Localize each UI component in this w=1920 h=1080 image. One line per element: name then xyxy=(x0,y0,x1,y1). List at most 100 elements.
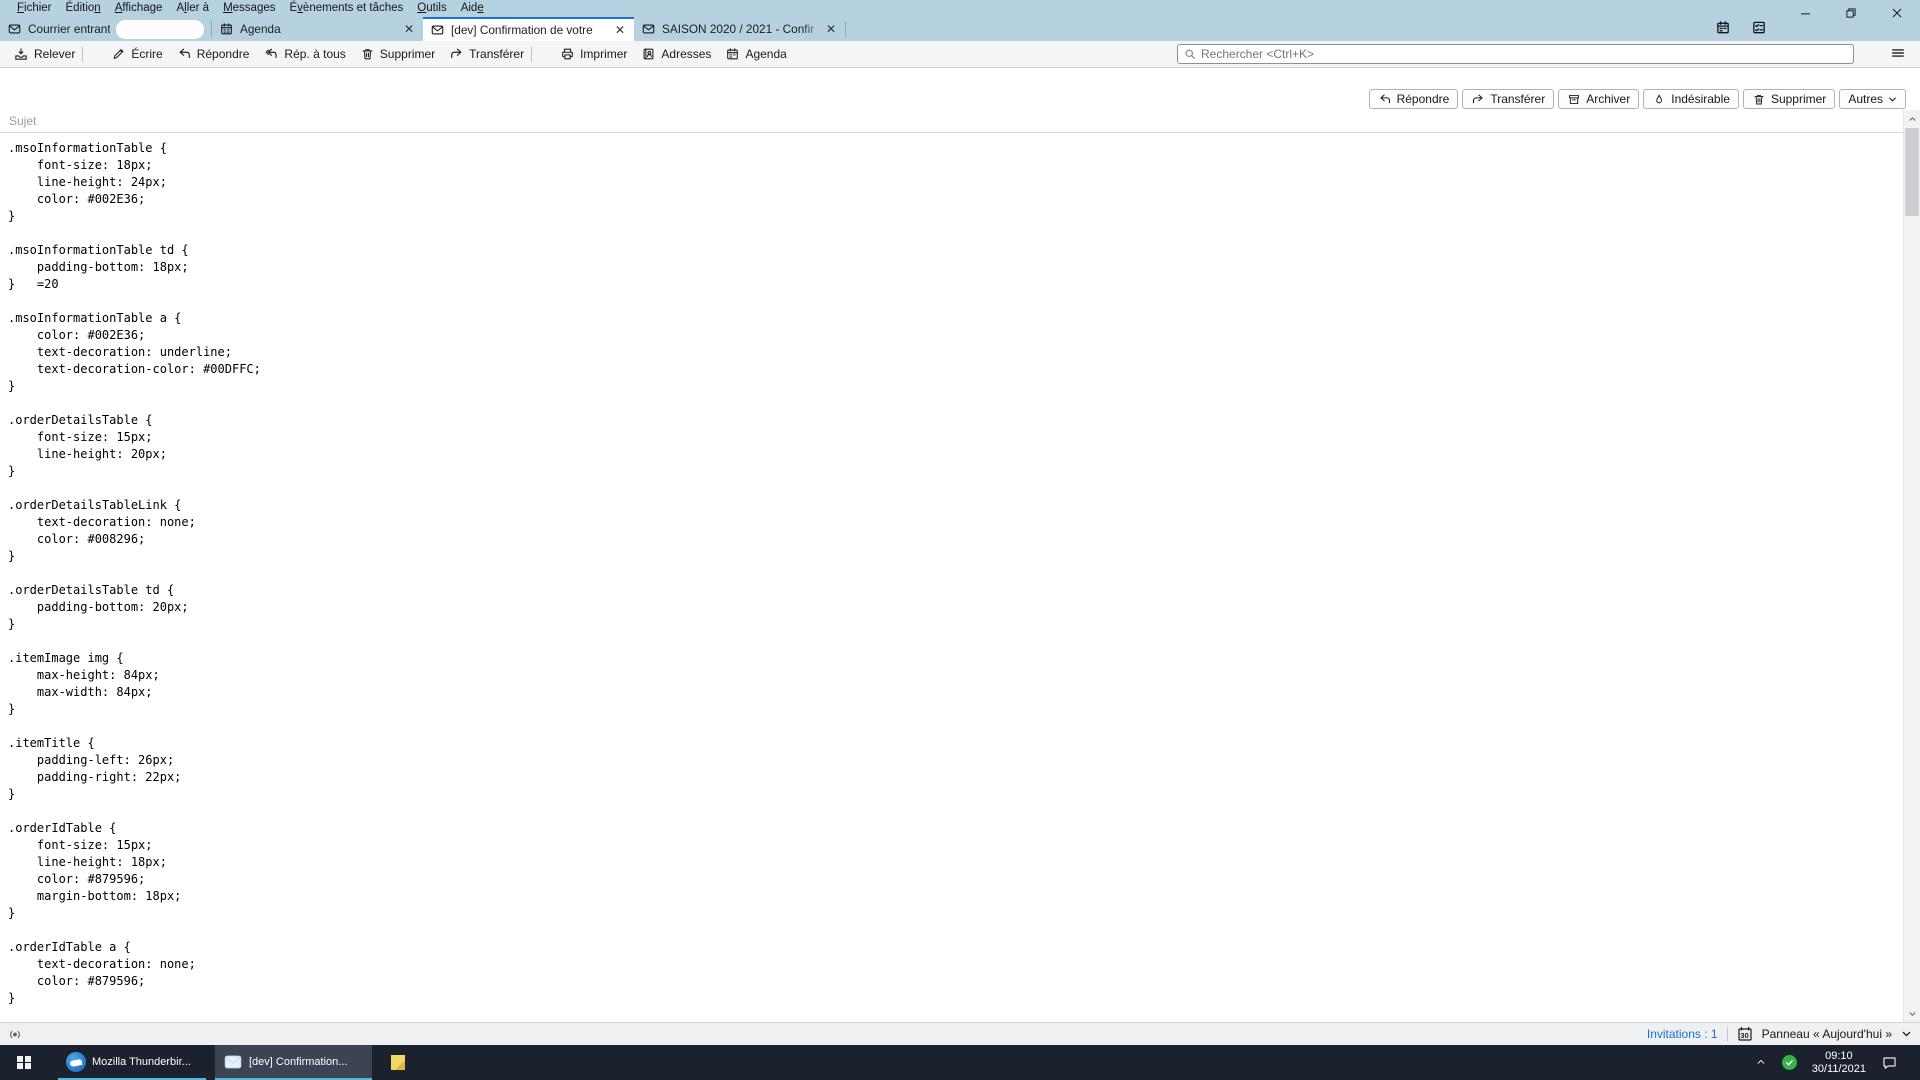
restore-icon xyxy=(1846,8,1856,18)
tab-message-dev-confirmation[interactable]: [dev] Confirmation de votre ✕ xyxy=(423,17,634,41)
button-label: Autres xyxy=(1848,92,1883,106)
action-center-icon[interactable] xyxy=(1881,1055,1898,1071)
hamburger-icon xyxy=(1892,48,1904,57)
triangle-up-icon xyxy=(1909,116,1915,121)
chevron-down-icon[interactable] xyxy=(1901,1029,1912,1039)
button-label: Adresses xyxy=(661,47,712,61)
reply-icon xyxy=(179,48,190,59)
taskbar-item-label: Mozilla Thunderbir... xyxy=(92,1055,191,1068)
menu-fichier[interactable]: Fichier xyxy=(10,1,59,15)
envelope-icon xyxy=(431,25,444,35)
menu-aide[interactable]: Aide xyxy=(454,1,491,15)
tab-courrier-entrant[interactable]: Courrier entrant xyxy=(0,17,211,41)
close-icon[interactable]: ✕ xyxy=(613,24,627,36)
sticky-note-icon xyxy=(391,1055,405,1070)
restore-button[interactable] xyxy=(1828,0,1874,26)
chevron-up-icon xyxy=(1757,1059,1765,1064)
start-button[interactable] xyxy=(0,1045,48,1080)
close-icon[interactable]: ✕ xyxy=(824,23,838,35)
tab-message-saison[interactable]: SAISON 2020 / 2021 - Confir ✕ xyxy=(634,17,845,41)
more-actions-button[interactable]: Autres xyxy=(1839,89,1906,109)
forward-action-button[interactable]: Transférer xyxy=(1462,89,1555,109)
reply-icon xyxy=(1380,94,1390,103)
reply-button[interactable]: Répondre xyxy=(170,44,257,64)
search-icon xyxy=(1185,49,1196,60)
message-action-bar: Répondre Transférer Archiver Indésirable… xyxy=(1368,89,1906,109)
clock-time: 09:10 xyxy=(1825,1049,1853,1062)
taskbar-item-thunderbird[interactable]: Mozilla Thunderbir... xyxy=(58,1045,206,1080)
taskbar-item-message-window[interactable]: [dev] Confirmation... xyxy=(215,1045,372,1080)
taskbar-item-sticky-notes[interactable] xyxy=(383,1045,413,1080)
broadcast-icon[interactable] xyxy=(7,1027,23,1042)
tab-toolbar-buttons xyxy=(1715,20,1767,35)
forward-button[interactable]: Transférer xyxy=(442,44,531,64)
delete-button[interactable]: Supprimer xyxy=(353,44,442,64)
open-calendar-tab-icon[interactable] xyxy=(1715,20,1731,35)
redacted-account-pill xyxy=(116,19,204,39)
status-bar: Invitations : 1 30 Panneau « Aujourd'hui… xyxy=(0,1022,1920,1045)
menu-edition[interactable]: Édition xyxy=(59,1,108,15)
scroll-down-arrow[interactable] xyxy=(1904,1005,1920,1022)
write-button[interactable]: Écrire xyxy=(104,44,169,64)
button-label: Écrire xyxy=(131,47,163,61)
mail-icon xyxy=(8,24,21,34)
button-label: Agenda xyxy=(745,47,787,61)
reply-all-button[interactable]: Rép. à tous xyxy=(256,44,352,64)
close-button[interactable] xyxy=(1874,0,1920,26)
menu-aller-a[interactable]: Aller à xyxy=(169,1,216,15)
vertical-scrollbar[interactable] xyxy=(1903,110,1920,1022)
system-tray: 09:10 30/11/2021 xyxy=(1755,1045,1920,1080)
printer-icon xyxy=(562,48,573,60)
thunderbird-window: Fichier Édition Affichage Aller à Messag… xyxy=(0,0,1920,1080)
message-body-text: .msoInformationTable { font-size: 18px; … xyxy=(8,141,261,1005)
search-input[interactable] xyxy=(1201,47,1847,61)
invitations-link[interactable]: Invitations : 1 xyxy=(1647,1027,1718,1041)
minimize-button[interactable] xyxy=(1782,0,1828,26)
close-icon[interactable]: ✕ xyxy=(402,23,416,35)
chevron-down-icon xyxy=(1889,97,1896,101)
address-book-button[interactable]: Adresses xyxy=(634,44,718,64)
get-messages-dropdown[interactable] xyxy=(83,47,104,61)
minimize-icon xyxy=(1800,12,1810,14)
app-menu-button[interactable] xyxy=(1890,46,1906,63)
forward-icon xyxy=(1473,94,1483,103)
forward-dropdown[interactable] xyxy=(532,47,553,61)
reply-action-button[interactable]: Répondre xyxy=(1368,89,1459,109)
button-label: Répondre xyxy=(196,47,250,61)
taskbar-clock[interactable]: 09:10 30/11/2021 xyxy=(1812,1050,1866,1076)
print-button[interactable]: Imprimer xyxy=(553,44,634,64)
window-controls xyxy=(1782,0,1920,26)
menu-outils[interactable]: Outils xyxy=(410,1,453,15)
scroll-up-arrow[interactable] xyxy=(1904,110,1920,127)
menu-evenements-taches[interactable]: Évènements et tâches xyxy=(283,1,411,15)
menu-affichage[interactable]: Affichage xyxy=(108,1,170,15)
tab-agenda[interactable]: Agenda ✕ xyxy=(212,17,423,41)
calendar-button[interactable]: Agenda xyxy=(718,44,793,64)
button-label: Rép. à tous xyxy=(284,47,346,61)
junk-action-button[interactable]: Indésirable xyxy=(1643,89,1739,109)
scrollbar-thumb[interactable] xyxy=(1905,128,1919,216)
menu-messages[interactable]: Messages xyxy=(216,1,282,15)
thunderbird-icon xyxy=(66,1051,86,1072)
envelope-icon xyxy=(642,24,655,34)
today-panel-toggle[interactable]: Panneau « Aujourd'hui » xyxy=(1762,1027,1892,1041)
header-divider xyxy=(0,132,1903,133)
button-label: Relever xyxy=(34,47,76,61)
close-icon xyxy=(1892,8,1902,18)
security-check-icon[interactable] xyxy=(1781,1055,1797,1070)
button-label: Archiver xyxy=(1586,92,1631,106)
delete-action-button[interactable]: Supprimer xyxy=(1742,89,1836,109)
hidden-icons-button[interactable] xyxy=(1755,1054,1767,1072)
get-messages-button[interactable]: Relever xyxy=(6,44,82,65)
button-label: Imprimer xyxy=(580,47,628,61)
clock-date: 30/11/2021 xyxy=(1811,1062,1866,1075)
archive-icon xyxy=(1569,94,1580,104)
button-label: Transférer xyxy=(1490,92,1546,106)
windows-taskbar: Mozilla Thunderbir... [dev] Confirmation… xyxy=(0,1045,1920,1080)
triangle-down-icon xyxy=(1909,1011,1915,1016)
open-tasks-tab-icon[interactable] xyxy=(1751,20,1767,35)
button-label: Transférer xyxy=(469,47,525,61)
tab-label: SAISON 2020 / 2021 - Confir xyxy=(662,22,815,36)
archive-action-button[interactable]: Archiver xyxy=(1558,89,1640,109)
button-label: Indésirable xyxy=(1671,92,1730,106)
